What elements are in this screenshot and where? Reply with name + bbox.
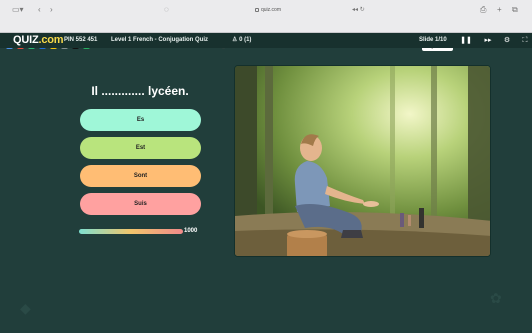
background-shape-icon: ✿ xyxy=(490,290,502,306)
forward-icon[interactable]: › xyxy=(50,5,53,15)
answer-button-suis[interactable]: Suis xyxy=(80,193,201,215)
logo-text: QUIZ xyxy=(13,34,39,46)
share-icon[interactable]: ⎙ xyxy=(480,5,486,15)
skip-icon[interactable]: ▸▸ xyxy=(482,35,494,46)
background-shape-icon: ◆ xyxy=(20,300,31,316)
logo-suffix: .com xyxy=(38,34,64,46)
boy-in-forest-image xyxy=(235,66,490,256)
pause-icon[interactable]: ❚❚ xyxy=(460,35,472,46)
audio-icon[interactable]: ◂◂ ↻ xyxy=(352,5,365,15)
back-icon[interactable]: ‹ xyxy=(38,5,41,15)
favorites-bar: La langue en matière lumineuse ● Quiz.co… xyxy=(0,20,532,51)
tab-overview-icon[interactable]: ⧉ xyxy=(512,5,518,15)
user-icon: ♙ xyxy=(232,37,238,43)
game-pin: PIN 552 451 xyxy=(64,37,98,43)
player-count-value: 0 (1) xyxy=(239,37,252,43)
sidebar-icon[interactable]: ▭▾ xyxy=(12,5,24,15)
browser-toolbar: ▭▾ ‹ › ◌ quiz.com ◂◂ ↻ ⎙ + ⧉ xyxy=(0,0,532,20)
lock-icon xyxy=(254,7,259,12)
address-text: quiz.com xyxy=(260,7,281,13)
new-tab-icon[interactable]: + xyxy=(497,5,502,15)
address-bar[interactable]: quiz.com xyxy=(196,5,340,16)
fullscreen-icon[interactable]: ⛶ xyxy=(519,35,531,46)
browser-chrome: ▭▾ ‹ › ◌ quiz.com ◂◂ ↻ ⎙ + ⧉ La langue e… xyxy=(0,0,532,51)
question-sentence: Il ............. lycéen. xyxy=(91,84,189,98)
points-value: 1000 xyxy=(184,228,198,234)
settings-icon[interactable]: ⚙ xyxy=(501,35,513,46)
timer-fill xyxy=(79,229,183,234)
timer-bar xyxy=(79,229,183,234)
quiz-title: Level 1 French - Conjugation Quiz xyxy=(111,37,209,43)
slide-counter: Slide 1/10 xyxy=(419,37,447,43)
answer-button-es[interactable]: Es xyxy=(80,109,201,131)
question-image xyxy=(234,65,491,257)
answer-button-sont[interactable]: Sont xyxy=(80,165,201,187)
quiz-logo[interactable]: QUIZ.com xyxy=(13,34,64,47)
answer-button-est[interactable]: Est xyxy=(80,137,201,159)
player-count: ♙ 0 (1) xyxy=(232,35,251,46)
quiz-topbar: QUIZ.com PIN 552 451 Level 1 French - Co… xyxy=(0,33,532,48)
privacy-icon[interactable]: ◌ xyxy=(164,5,169,15)
